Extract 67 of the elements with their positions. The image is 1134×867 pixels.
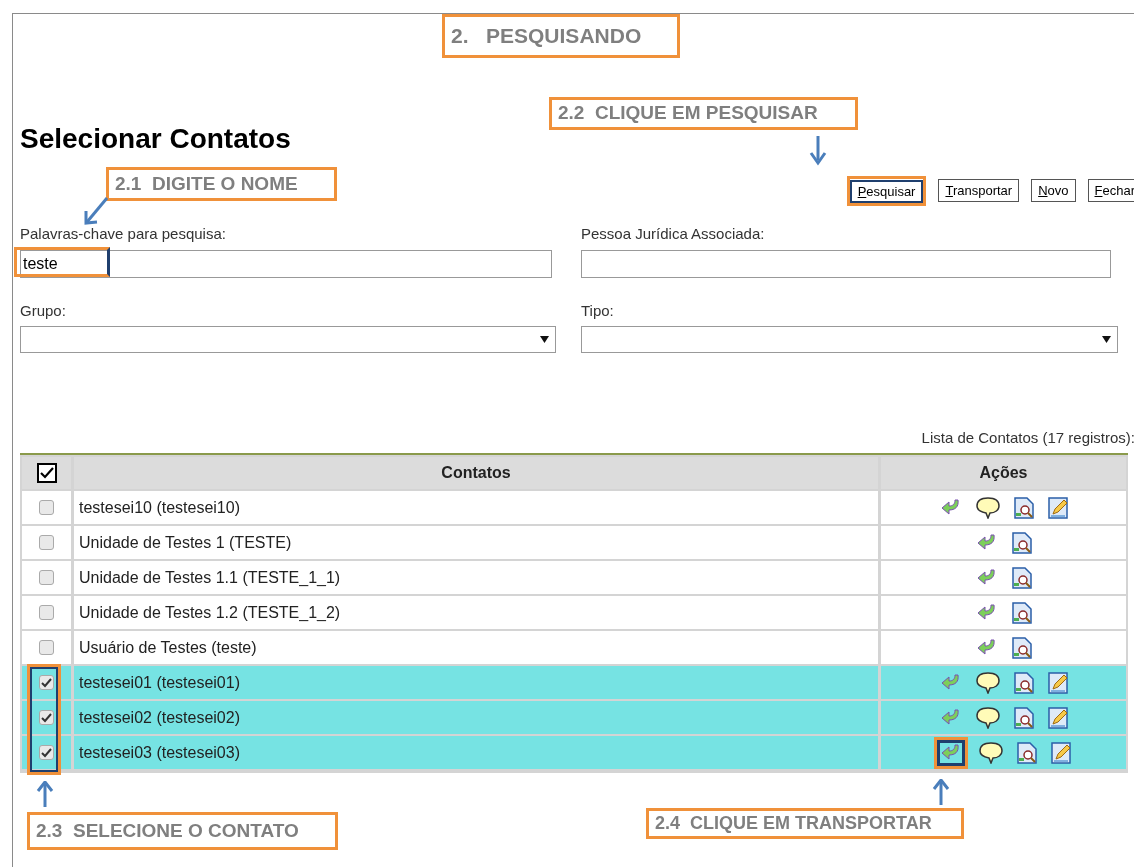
document-magnifier-icon[interactable] (1016, 741, 1037, 764)
field-label: Tipo: (581, 301, 614, 321)
column-header: Ações (881, 457, 1126, 489)
list-caption: Lista de Contatos (17 registros): (921, 428, 1134, 448)
button[interactable]: Novo (1031, 179, 1076, 202)
table-cell: testesei02 (testesei02) (74, 701, 878, 734)
checkbox[interactable] (39, 675, 54, 690)
input-field[interactable] (581, 250, 1111, 278)
document-pencil-icon[interactable] (1047, 706, 1068, 729)
button[interactable]: Fechar (1087, 179, 1134, 202)
document-magnifier-icon[interactable] (1011, 601, 1032, 624)
dropdown[interactable] (20, 326, 556, 353)
table-cell: Unidade de Testes 1.1 (TESTE_1_1) (74, 561, 878, 594)
speech-bubble-icon[interactable] (975, 706, 1000, 729)
dropdown-arrow-icon (540, 336, 549, 343)
up-arrow-icon (931, 779, 951, 805)
document-magnifier-icon[interactable] (1013, 496, 1034, 519)
table-cell: Usuário de Testes (teste) (74, 631, 878, 664)
up-arrow-icon (35, 781, 55, 807)
callout-label: 2.4 CLIQUE EM TRANSPORTAR (646, 808, 964, 839)
callout-label: 2.1 DIGITE O NOME (106, 167, 337, 201)
callout-label: 2. PESQUISANDO (442, 14, 680, 58)
checkbox[interactable] (39, 745, 54, 760)
input-field[interactable]: teste (20, 250, 552, 278)
document-pencil-icon[interactable] (1047, 671, 1068, 694)
table-cell: Unidade de Testes 1.2 (TESTE_1_2) (74, 596, 878, 629)
document-magnifier-icon[interactable] (1011, 531, 1032, 554)
checkbox[interactable] (39, 570, 54, 585)
speech-bubble-icon[interactable] (978, 741, 1003, 764)
curved-arrow-icon[interactable] (975, 567, 998, 588)
page-title: Selecionar Contatos (20, 123, 291, 155)
field-label: Pessoa Jurídica Associada: (581, 224, 765, 244)
checkbox[interactable] (39, 535, 54, 550)
table-cell: testesei10 (testesei10) (74, 491, 878, 524)
callout-label: 2.2 CLIQUE EM PESQUISAR (549, 97, 858, 130)
checkbox[interactable] (39, 605, 54, 620)
document-magnifier-icon[interactable] (1013, 671, 1034, 694)
button[interactable]: Transportar (938, 179, 1020, 202)
curved-arrow-icon[interactable] (975, 602, 998, 623)
document-magnifier-icon[interactable] (1013, 706, 1034, 729)
checkbox[interactable] (39, 710, 54, 725)
curved-arrow-icon[interactable] (975, 637, 998, 658)
document-pencil-icon[interactable] (1047, 496, 1068, 519)
callout-label: 2.3 SELECIONE O CONTATO (27, 812, 338, 850)
field-label: Grupo: (20, 301, 66, 321)
select-all-checkbox[interactable] (36, 463, 57, 483)
checkbox[interactable] (39, 640, 54, 655)
document-magnifier-icon[interactable] (1011, 636, 1032, 659)
checkbox[interactable] (39, 500, 54, 515)
document-magnifier-icon[interactable] (1011, 566, 1032, 589)
dropdown-arrow-icon (1102, 336, 1111, 343)
table-cell: Unidade de Testes 1 (TESTE) (74, 526, 878, 559)
document-pencil-icon[interactable] (1050, 741, 1071, 764)
field-label: Palavras-chave para pesquisa: (20, 224, 226, 244)
table-cell: testesei01 (testesei01) (74, 666, 878, 699)
diagonal-arrow-icon (82, 196, 110, 226)
speech-bubble-icon[interactable] (975, 496, 1000, 519)
column-header: Contatos (74, 457, 878, 489)
down-arrow-icon (808, 136, 828, 166)
curved-arrow-icon[interactable] (939, 497, 962, 518)
curved-arrow-icon[interactable] (939, 672, 962, 693)
button[interactable]: Pesquisar (849, 179, 924, 203)
table-cell: testesei03 (testesei03) (74, 736, 878, 769)
curved-arrow-icon[interactable] (975, 532, 998, 553)
dropdown[interactable] (581, 326, 1118, 353)
curved-arrow-icon[interactable] (939, 707, 962, 728)
speech-bubble-icon[interactable] (975, 671, 1000, 694)
